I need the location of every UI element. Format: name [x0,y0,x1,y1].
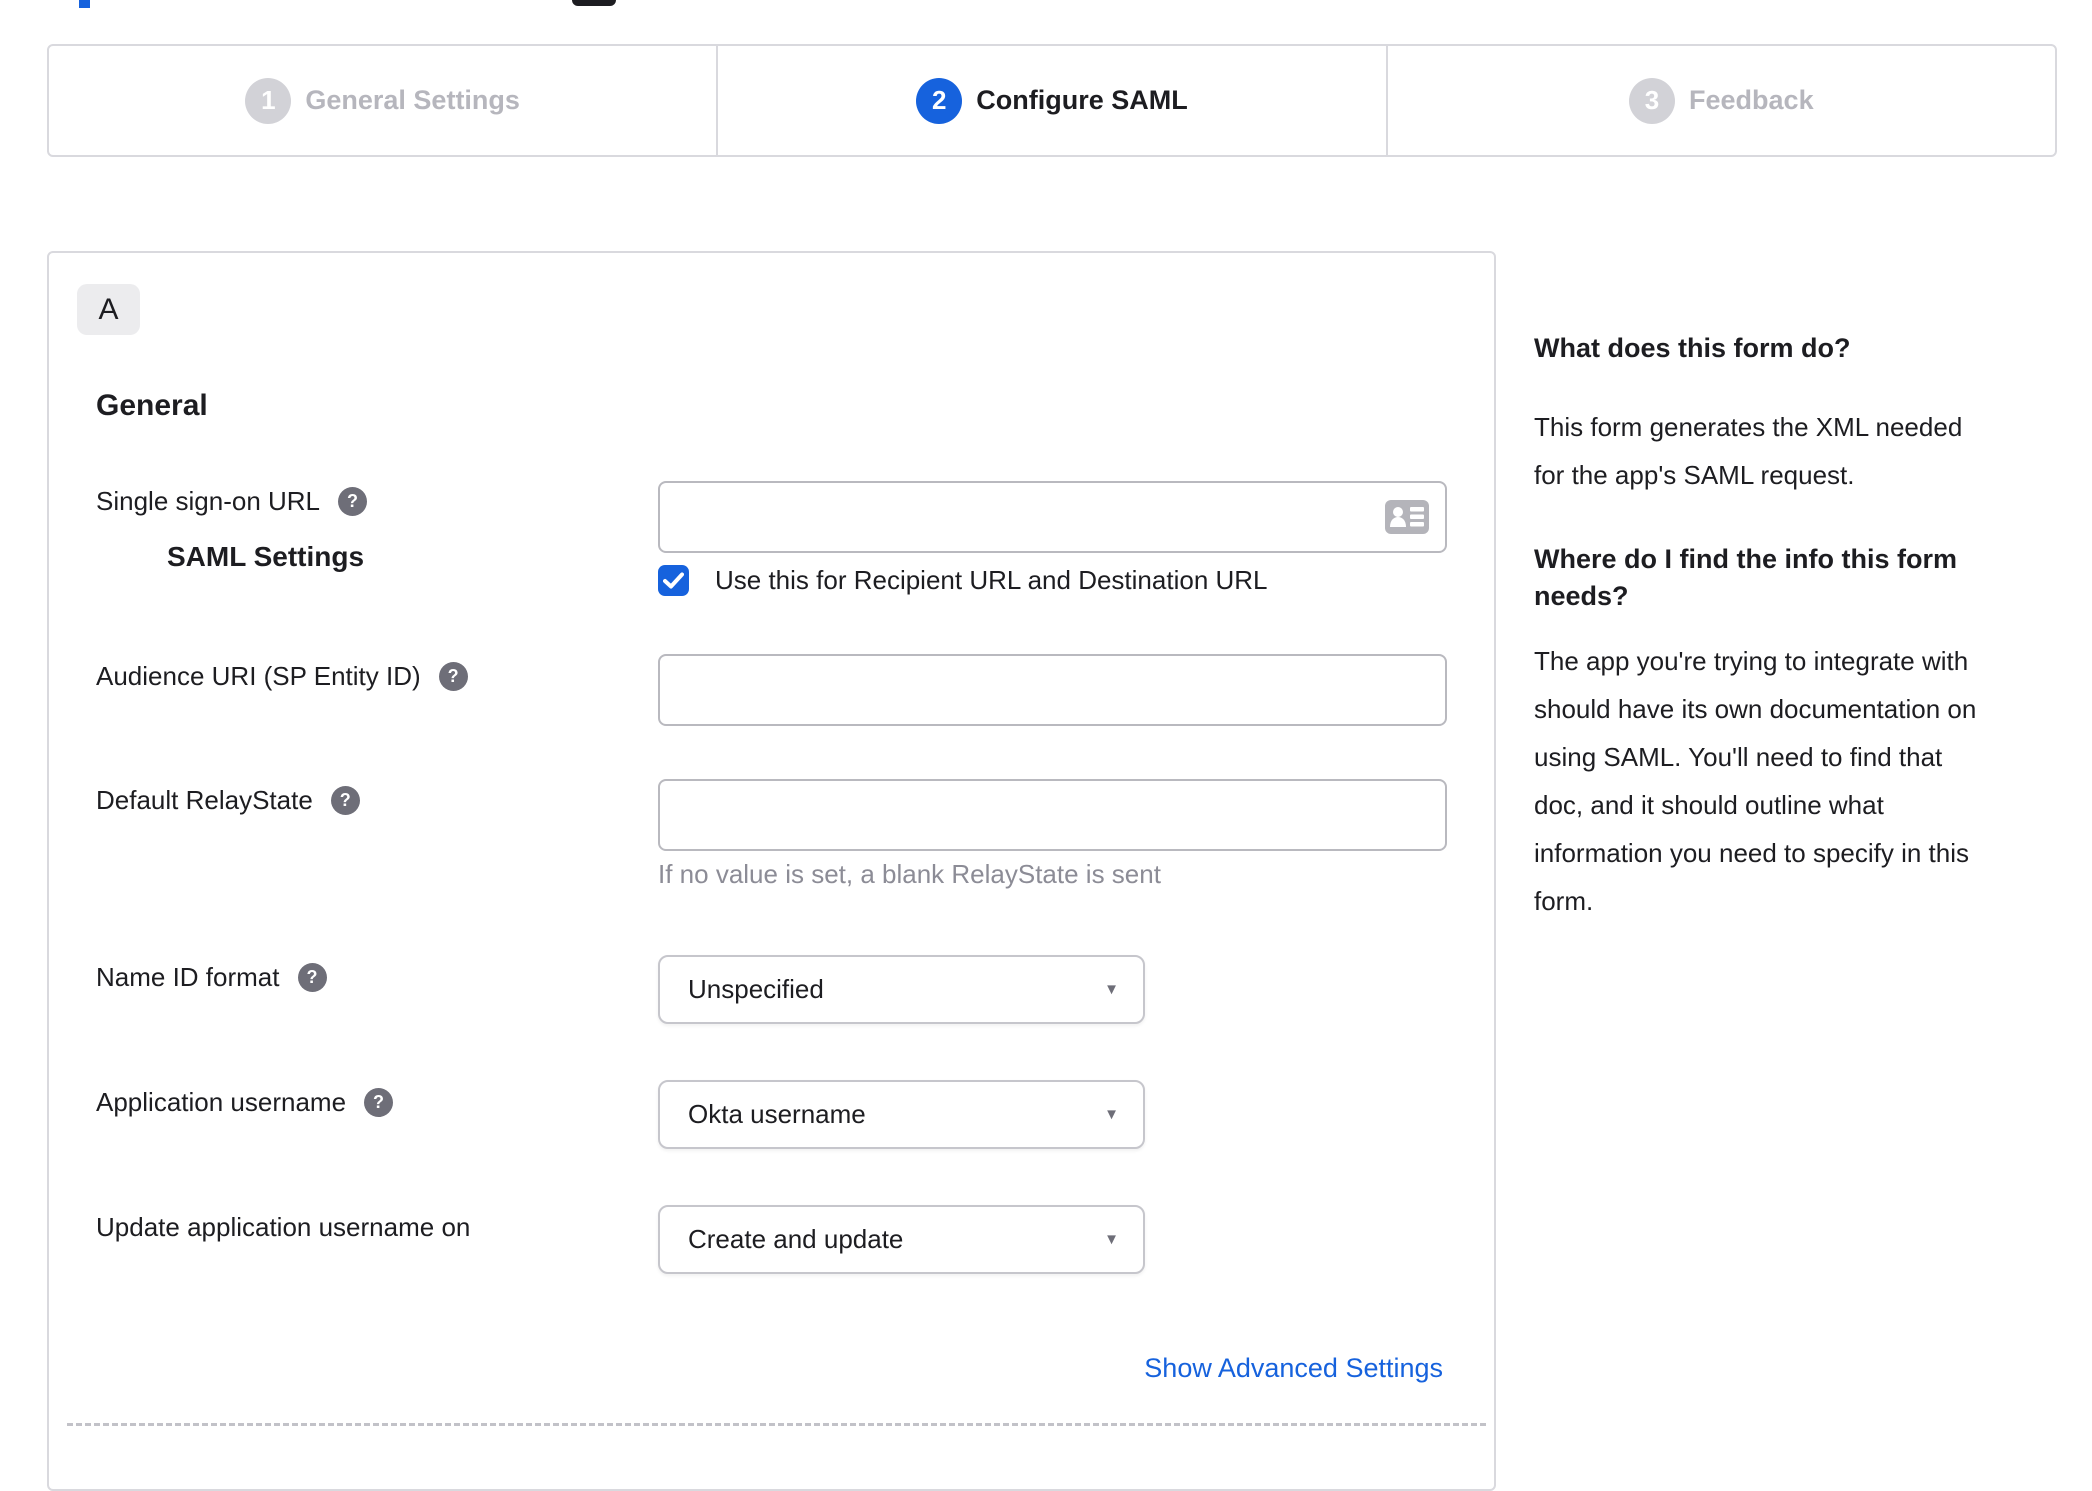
check-icon [663,572,684,589]
help-sidebar: What does this form do? This form genera… [1534,330,2044,925]
app-username-label-text: Application username [96,1087,347,1117]
chevron-down-icon: ▼ [1104,1231,1119,1248]
help-answer-1: This form generates the XML needed for t… [1534,412,1963,490]
step-general-settings[interactable]: 1 General Settings [49,46,716,155]
wizard-stepper: 1 General Settings 2 Configure SAML 3 Fe… [47,44,2057,157]
name-id-format-select[interactable]: Unspecified ▼ [658,955,1145,1024]
help-icon[interactable]: ? [330,786,360,815]
sso-url-field-label: Single sign-on URL ? [96,486,368,517]
step-3-circle: 3 [1629,77,1676,124]
audience-uri-input[interactable] [658,654,1447,726]
name-id-format-field-label: Name ID format ? [96,962,327,993]
app-username-field-label: Application username ? [96,1087,394,1118]
general-section-heading: General [96,389,208,422]
help-icon[interactable]: ? [364,1088,394,1117]
update-username-label-text: Update application username on [96,1212,471,1242]
clipped-app-icon-fragment [572,0,616,6]
section-a-badge: A [77,284,140,335]
help-icon[interactable]: ? [438,662,468,691]
help-icon[interactable]: ? [297,963,327,992]
card-title: SAML Settings [167,541,365,572]
app-username-select[interactable]: Okta username ▼ [658,1080,1145,1149]
help-answer-2: The app you're trying to integrate with … [1534,646,1977,916]
step-1-circle: 1 [245,77,292,124]
step-configure-saml[interactable]: 2 Configure SAML [716,46,1385,155]
help-question-1: What does this form do? [1534,333,1851,363]
update-username-select[interactable]: Create and update ▼ [658,1205,1145,1274]
recipient-url-checkbox-label[interactable]: Use this for Recipient URL and Destinati… [715,565,1268,596]
help-icon[interactable]: ? [338,487,368,516]
show-advanced-settings-link[interactable]: Show Advanced Settings [1144,1353,1443,1384]
recipient-url-checkbox-row: Use this for Recipient URL and Destinati… [658,565,1268,596]
relaystate-label-text: Default RelayState [96,785,313,815]
sso-url-input[interactable] [658,481,1447,553]
relaystate-input[interactable] [658,779,1447,851]
clipped-blue-logo-fragment [79,0,90,8]
step-2-circle: 2 [916,77,963,124]
update-username-value: Create and update [688,1224,904,1254]
audience-uri-label-text: Audience URI (SP Entity ID) [96,661,421,691]
audience-uri-field-label: Audience URI (SP Entity ID) ? [96,661,468,692]
step-feedback[interactable]: 3 Feedback [1385,46,2055,155]
relaystate-field-label: Default RelayState ? [96,785,360,816]
step-1-label: General Settings [305,85,520,115]
saml-settings-card: A SAML Settings General Single sign-on U… [47,251,1496,1491]
chevron-down-icon: ▼ [1104,981,1119,998]
name-id-format-label-text: Name ID format [96,962,280,992]
chevron-down-icon: ▼ [1104,1106,1119,1123]
sso-url-label-text: Single sign-on URL [96,486,321,516]
relaystate-hint: If no value is set, a blank RelayState i… [658,859,1161,889]
step-3-label: Feedback [1689,85,1814,115]
help-question-2: Where do I find the info this form needs… [1534,544,1957,611]
update-username-field-label: Update application username on [96,1212,470,1243]
name-id-format-value: Unspecified [688,974,824,1004]
recipient-url-checkbox[interactable] [658,565,689,596]
step-2-label: Configure SAML [976,85,1188,115]
app-username-value: Okta username [688,1099,866,1129]
